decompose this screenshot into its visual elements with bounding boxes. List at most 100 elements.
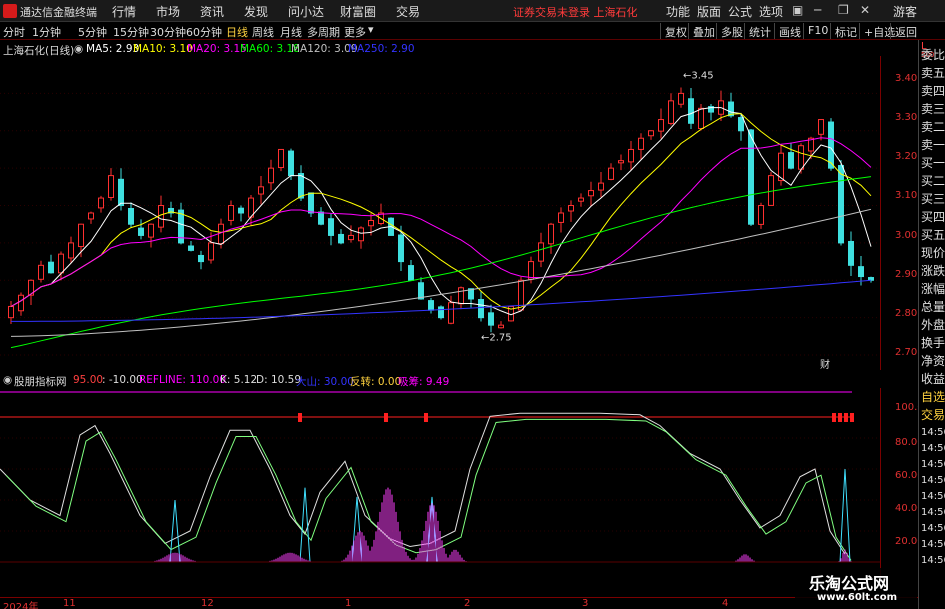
candle-body [818, 119, 824, 135]
menu-xuanxiang[interactable]: 选项 [759, 3, 783, 20]
menu-wenxiaoda[interactable]: 问小达 [288, 3, 324, 20]
tab-60min[interactable]: 60分钟 [186, 24, 222, 40]
candle-body [158, 205, 164, 228]
candle-body [758, 205, 764, 225]
close-icon[interactable]: ✕ [860, 3, 870, 17]
tab-weekly[interactable]: 周线 [252, 24, 274, 40]
candle-body [608, 167, 614, 180]
duogu-button[interactable]: 多股 [716, 23, 747, 39]
restore-icon[interactable]: ❐ [838, 3, 849, 17]
candle-body [828, 121, 834, 169]
price-axis: 3.40 3.30 3.20 3.10 3.00 2.90 2.80 2.70 [880, 56, 918, 370]
sell3-label: 卖三 [921, 102, 945, 116]
watermark-title: 乐淘公式网 [809, 574, 890, 593]
candle-body [448, 302, 454, 324]
candle-body [398, 234, 404, 263]
earnings-label: 收益 [921, 372, 945, 386]
tab-1min[interactable]: 1分钟 [32, 24, 61, 40]
candle-body [598, 182, 604, 191]
refline-value: REFLINE: 110.00 [139, 374, 227, 386]
candle-body [558, 212, 564, 223]
ma20-line [10, 137, 872, 307]
candle-body [588, 190, 594, 197]
menu-hangqing[interactable]: 行情 [112, 3, 136, 20]
price-label: 3.20 [895, 151, 918, 162]
candle-body [648, 130, 654, 137]
candle-body [638, 137, 644, 150]
indicator-axis: 100.0 80.00 60.00 40.00 20.00 [880, 388, 924, 578]
huaxian-button[interactable]: 画线 [774, 23, 805, 39]
candlestick-chart[interactable]: ←3.45 ←2.75 财 [0, 56, 918, 370]
date-label: 2 [464, 598, 471, 609]
menu-zixun[interactable]: 资讯 [200, 3, 224, 20]
tongji-button[interactable]: 统计 [744, 23, 775, 39]
sell4-label: 卖四 [921, 84, 945, 98]
tab-monthly[interactable]: 月线 [280, 24, 302, 40]
high-annotation: ←3.45 [683, 71, 714, 82]
candle-body [848, 240, 854, 266]
tab-trade[interactable]: 交易 [921, 408, 945, 422]
price-label: 3.40 [895, 73, 918, 84]
candle-body [8, 305, 14, 319]
price-label: 3.00 [895, 230, 918, 241]
candle-body [228, 205, 234, 221]
tab-5min[interactable]: 5分钟 [78, 24, 107, 40]
candle-body [148, 223, 154, 238]
candle-body [488, 312, 494, 326]
diejia-button[interactable]: 叠加 [688, 23, 719, 39]
finance-marker: 财 [820, 358, 830, 370]
chart-settings-icon[interactable]: ◉ [74, 43, 83, 55]
candle-body [258, 186, 264, 195]
candle-body [838, 165, 844, 244]
menu-gongshi[interactable]: 公式 [728, 3, 752, 20]
candle-body [278, 148, 284, 169]
tick-time: 14:56 [921, 427, 945, 438]
menu-gongneng[interactable]: 功能 [666, 3, 690, 20]
tab-watchlist[interactable]: 自选 [921, 390, 945, 404]
tab-multi-period[interactable]: 多周期 [307, 24, 340, 40]
tab-15min[interactable]: 15分钟 [113, 24, 149, 40]
menu-faxian[interactable]: 发现 [244, 3, 268, 20]
tab-more[interactable]: 更多 [344, 24, 366, 40]
candlestick-svg[interactable]: ←3.45 ←2.75 财 [0, 56, 880, 370]
back-button[interactable]: 返回 [890, 23, 921, 39]
indicator-chart[interactable] [0, 388, 918, 578]
more-dropdown-icon[interactable]: ▾ [368, 23, 374, 36]
candle-body [798, 145, 804, 170]
candle-body [308, 192, 314, 214]
menu-shichang[interactable]: 市场 [156, 3, 180, 20]
signal-marker [424, 413, 428, 422]
buy5-label: 买五 [921, 228, 945, 242]
candle-body [668, 100, 674, 124]
dashan-value: 大山: 30.00 [296, 376, 354, 388]
fuquan-button[interactable]: 复权 [660, 23, 691, 39]
minimize-icon[interactable]: ─ [814, 3, 821, 17]
biaoji-button[interactable]: 标记 [830, 23, 861, 39]
ma250-value: MA250: 2.90 [348, 43, 415, 55]
candle-body [428, 300, 434, 311]
skin-icon[interactable]: ▣ [792, 3, 803, 17]
d-value: D: 10.59 [256, 374, 302, 386]
tick-time: 14:56 [921, 507, 945, 518]
f10-button[interactable]: F10 [803, 23, 832, 39]
signal-marker [850, 413, 854, 422]
indicator-svg[interactable] [0, 388, 880, 578]
guest-label[interactable]: 游客 [893, 3, 917, 20]
price-label: 2.90 [895, 269, 918, 280]
signal-marker [384, 413, 388, 422]
menu-caifuquan[interactable]: 财富圈 [340, 3, 376, 20]
menu-banmian[interactable]: 版面 [697, 3, 721, 20]
menu-jiaoyi[interactable]: 交易 [396, 3, 420, 20]
volume-label: 总量 [921, 300, 945, 314]
indicator-name[interactable]: 股朋指标网 [14, 374, 67, 389]
k-line [0, 412, 846, 555]
turnover-label: 换手 [921, 336, 945, 350]
tab-fenshi[interactable]: 分时 [3, 24, 25, 40]
indicator-settings-icon[interactable]: ◉ [3, 374, 12, 386]
candle-body [458, 287, 464, 305]
tab-daily[interactable]: 日线 [226, 24, 248, 40]
candle-body [788, 152, 794, 169]
price-label: 2.70 [895, 347, 918, 358]
sell1-label: 卖一 [921, 138, 945, 152]
tab-30min[interactable]: 30分钟 [150, 24, 186, 40]
